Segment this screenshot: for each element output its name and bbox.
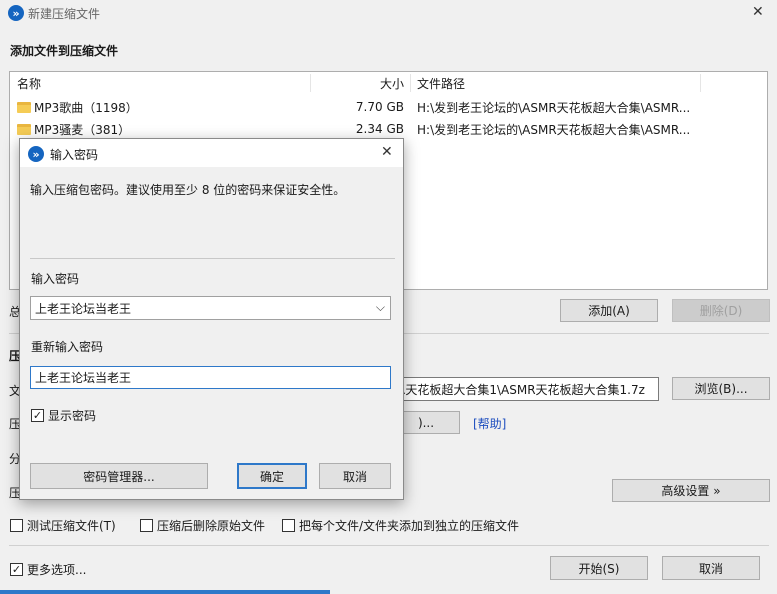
column-divider [700,74,701,92]
password-dialog: » 输入密码 ✕ 输入压缩包密码。建议使用至少 8 位的密码来保证安全性。 输入… [19,138,404,500]
app-icon: » [28,146,44,162]
section-title: 添加文件到压缩文件 [10,44,119,58]
dialog-title-bar: » 输入密码 ✕ [20,139,403,167]
check-mark-icon: ✓ [32,409,43,422]
dialog-description: 输入压缩包密码。建议使用至少 8 位的密码来保证安全性。 [30,183,346,197]
advanced-settings-button[interactable]: 高级设置 » [612,479,770,502]
separate-archives-option[interactable]: 把每个文件/文件夹添加到独立的压缩文件 [282,517,519,534]
check-mark-icon: ✓ [11,563,22,576]
file-path: H:\发到老王论坛的\ASMR天花板超大合集\ASMR... [417,100,691,115]
show-password-label: 显示密码 [48,409,97,423]
dialog-cancel-button[interactable]: 取消 [319,463,391,489]
show-password-checkbox[interactable]: ✓ [31,409,44,422]
delete-button[interactable]: 删除(D) [672,299,770,322]
column-header-size[interactable]: 大小 [380,75,404,92]
password-label: 输入密码 [31,272,80,286]
confirm-password-value: 上老王论坛当老王 [35,371,132,385]
column-divider [410,74,411,92]
confirm-password-label: 重新输入密码 [31,340,104,354]
password-manager-button[interactable]: 密码管理器... [30,463,208,489]
progress-strip [0,590,330,594]
divider [9,545,769,546]
more-options-option[interactable]: ✓ 更多选项... [10,561,86,578]
help-link[interactable]: [帮助] [473,415,506,432]
app-icon: » [8,5,24,21]
file-name: MP3歌曲（1198） [34,100,138,115]
column-header-path[interactable]: 文件路径 [417,75,465,92]
delete-after-checkbox[interactable] [140,519,153,532]
file-name: MP3骚麦（381） [34,122,131,137]
archive-path-input[interactable]: R天花板超大合集1\ASMR天花板超大合集1.7z [392,377,659,401]
confirm-password-input[interactable]: 上老王论坛当老王 [30,366,391,389]
close-icon[interactable]: ✕ [752,4,764,20]
table-row[interactable]: MP3歌曲（1198） 7.70 GB H:\发到老王论坛的\ASMR天花板超大… [10,96,767,118]
chevron-down-icon[interactable]: ⌵ [376,300,385,315]
column-header-name[interactable]: 名称 [17,75,41,92]
table-row[interactable]: MP3骚麦（381） 2.34 GB H:\发到老王论坛的\ASMR天花板超大合… [10,118,767,140]
test-archive-option[interactable]: 测试压缩文件(T) [10,517,116,534]
dialog-close-icon[interactable]: ✕ [381,144,393,160]
column-divider [310,74,311,92]
separate-archives-checkbox[interactable] [282,519,295,532]
file-size: 7.70 GB [355,100,404,114]
show-password-option[interactable]: ✓ 显示密码 [31,407,96,424]
file-list-header: 名称 大小 文件路径 [10,72,767,94]
test-archive-label: 测试压缩文件(T) [27,519,116,533]
dialog-title: 输入密码 [50,148,99,162]
folder-icon [17,102,31,113]
archive-path-value: R天花板超大合集1\ASMR天花板超大合集1.7z [397,382,645,397]
ok-button[interactable]: 确定 [237,463,307,489]
password-input[interactable]: 上老王论坛当老王 ⌵ [30,296,391,320]
cancel-button[interactable]: 取消 [662,556,760,580]
divider [30,258,395,259]
window-title: 新建压缩文件 [28,7,101,21]
folder-icon [17,124,31,135]
delete-after-label: 压缩后删除原始文件 [157,519,266,533]
title-bar: » 新建压缩文件 ✕ [0,0,777,26]
add-button[interactable]: 添加(A) [560,299,658,322]
delete-after-option[interactable]: 压缩后删除原始文件 [140,517,265,534]
browse-button[interactable]: 浏览(B)... [672,377,770,400]
more-options-label: 更多选项... [27,563,87,577]
file-path: H:\发到老王论坛的\ASMR天花板超大合集\ASMR... [417,122,691,137]
start-button[interactable]: 开始(S) [550,556,648,580]
more-options-checkbox[interactable]: ✓ [10,563,23,576]
separate-archives-label: 把每个文件/文件夹添加到独立的压缩文件 [299,519,520,533]
file-size: 2.34 GB [355,122,404,136]
test-archive-checkbox[interactable] [10,519,23,532]
password-value: 上老王论坛当老王 [35,301,132,316]
